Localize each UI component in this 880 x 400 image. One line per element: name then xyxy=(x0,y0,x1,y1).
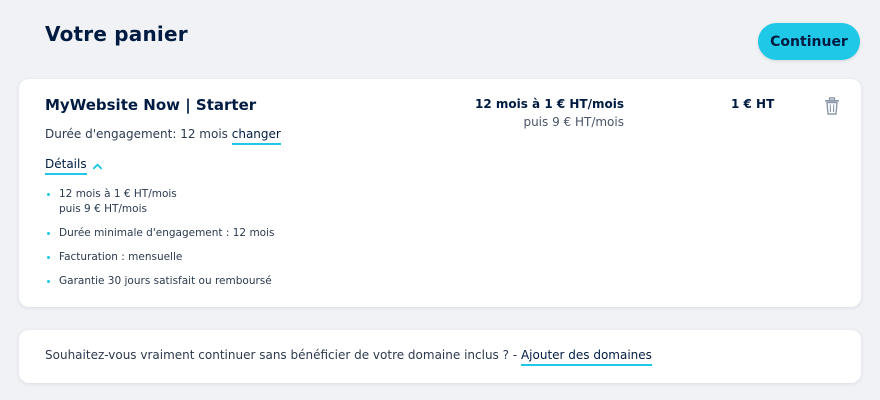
trash-icon[interactable] xyxy=(824,97,840,115)
domain-notice-text: Souhaitez-vous vraiment continuer sans b… xyxy=(45,348,521,362)
list-item: Durée minimale d'engagement : 12 mois xyxy=(47,226,274,241)
price-info: 12 mois à 1 € HT/mois puis 9 € HT/mois xyxy=(475,97,624,129)
list-item: 12 mois à 1 € HT/mois puis 9 € HT/mois xyxy=(47,187,274,217)
list-item: Facturation : mensuelle xyxy=(47,250,274,265)
bullet-icon xyxy=(47,193,50,196)
chevron-up-icon xyxy=(92,163,102,169)
bullet-icon xyxy=(47,232,50,235)
detail-text: puis 9 € HT/mois xyxy=(59,203,147,215)
cart-item-card: MyWebsite Now | Starter Durée d'engageme… xyxy=(19,79,861,307)
details-label: Détails xyxy=(45,157,87,175)
list-item: Garantie 30 jours satisfait ou remboursé xyxy=(47,274,274,289)
detail-text: 12 mois à 1 € HT/mois xyxy=(59,188,177,200)
price-main: 12 mois à 1 € HT/mois xyxy=(474,97,624,111)
page-title: Votre panier xyxy=(45,22,188,46)
bullet-icon xyxy=(47,256,50,259)
price-total: 1 € HT xyxy=(731,97,775,111)
change-engagement-link[interactable]: changer xyxy=(231,127,281,145)
price-sub: puis 9 € HT/mois xyxy=(523,115,624,129)
add-domains-link[interactable]: Ajouter des domaines xyxy=(520,348,652,366)
details-list: 12 mois à 1 € HT/mois puis 9 € HT/mois D… xyxy=(47,187,274,298)
engagement-label: Durée d'engagement: 12 mois xyxy=(45,127,228,141)
continue-button[interactable]: Continuer xyxy=(758,23,860,60)
detail-text: Durée minimale d'engagement : 12 mois xyxy=(59,227,275,239)
bullet-icon xyxy=(47,280,50,283)
detail-text: Facturation : mensuelle xyxy=(59,251,183,263)
domain-notice-card: Souhaitez-vous vraiment continuer sans b… xyxy=(19,330,861,383)
engagement-info: Durée d'engagement: 12 mois changer xyxy=(45,127,281,145)
details-toggle[interactable]: Détails xyxy=(45,157,103,175)
detail-text: Garantie 30 jours satisfait ou remboursé xyxy=(59,275,272,287)
domain-notice: Souhaitez-vous vraiment continuer sans b… xyxy=(45,348,652,366)
product-name: MyWebsite Now | Starter xyxy=(45,96,257,114)
